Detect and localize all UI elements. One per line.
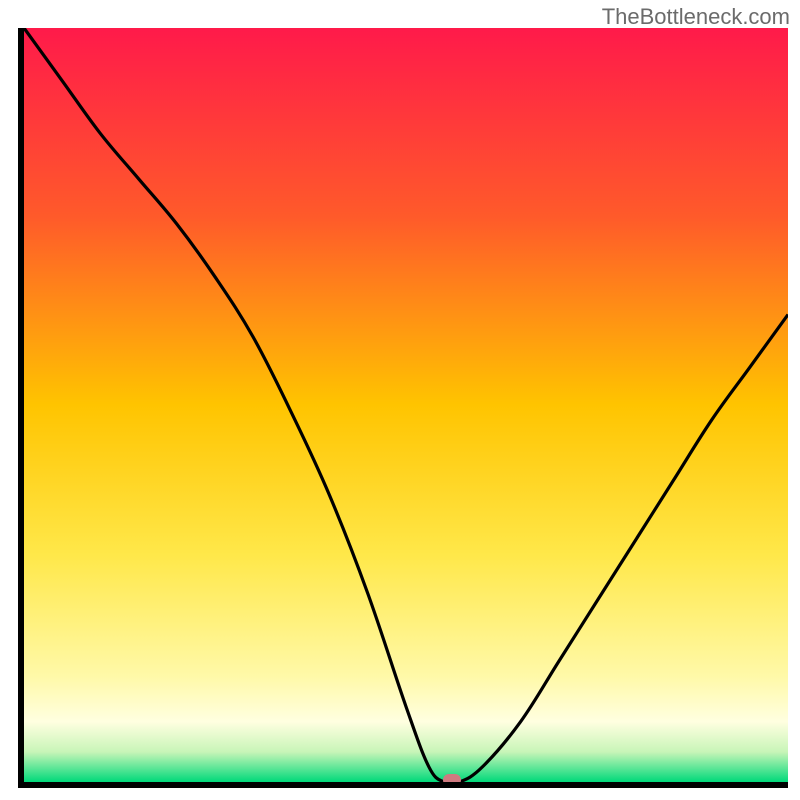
- chart-plot-area: [18, 28, 788, 788]
- chart-line: [24, 28, 788, 782]
- bottleneck-marker: [443, 774, 461, 786]
- watermark-text: TheBottleneck.com: [602, 4, 790, 30]
